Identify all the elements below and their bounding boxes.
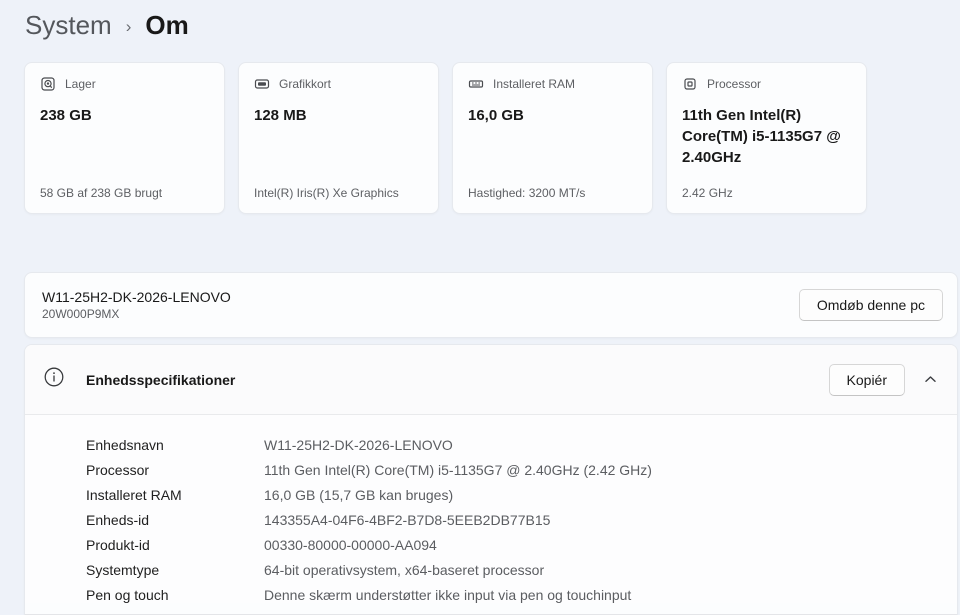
gpu-icon bbox=[254, 76, 270, 92]
spec-label: Processor bbox=[86, 461, 150, 478]
cpu-icon bbox=[682, 76, 698, 92]
spec-row-system-type: Systemtype 64-bit operativsystem, x64-ba… bbox=[25, 557, 957, 582]
chevron-up-icon[interactable] bbox=[920, 369, 941, 390]
card-graphics-value: 128 MB bbox=[254, 107, 307, 124]
info-icon bbox=[43, 366, 65, 393]
spec-value: W11-25H2-DK-2026-LENOVO bbox=[264, 436, 453, 453]
device-specifications-expander: Enhedsspecifikationer Kopiér Enhedsnavn … bbox=[24, 344, 958, 615]
card-ram-label: Installeret RAM bbox=[493, 77, 576, 91]
card-processor-label: Processor bbox=[707, 77, 762, 91]
spec-row-processor: Processor 11th Gen Intel(R) Core(TM) i5-… bbox=[25, 457, 957, 482]
device-specifications-body: Enhedsnavn W11-25H2-DK-2026-LENOVO Proce… bbox=[25, 415, 957, 615]
spec-row-product-id: Produkt-id 00330-80000-00000-AA094 bbox=[25, 532, 957, 557]
card-storage-header: Lager bbox=[40, 76, 209, 92]
card-processor-value: 11th Gen Intel(R) Core(TM) i5-1135G7 @ 2… bbox=[682, 107, 841, 166]
card-ram-value: 16,0 GB bbox=[468, 107, 524, 124]
spec-row-device-name: Enhedsnavn W11-25H2-DK-2026-LENOVO bbox=[25, 432, 957, 457]
card-processor-header: Processor bbox=[682, 76, 851, 92]
card-storage-footnote: 58 GB af 238 GB brugt bbox=[40, 186, 163, 200]
spec-label: Pen og touch bbox=[86, 586, 169, 603]
card-storage-label: Lager bbox=[65, 77, 96, 91]
spec-row-device-id: Enheds-id 143355A4-04F6-4BF2-B7D8-5EEB2D… bbox=[25, 507, 957, 532]
device-name: W11-25H2-DK-2026-LENOVO bbox=[42, 289, 231, 305]
card-storage-value: 238 GB bbox=[40, 107, 92, 124]
card-ram-header: Installeret RAM bbox=[468, 76, 637, 92]
card-graphics-footnote: Intel(R) Iris(R) Xe Graphics bbox=[254, 186, 399, 200]
spec-value: 143355A4-04F6-4BF2-B7D8-5EEB2DB77B15 bbox=[264, 511, 551, 528]
device-name-block: W11-25H2-DK-2026-LENOVO 20W000P9MX bbox=[42, 289, 799, 321]
breadcrumb: System › Om bbox=[25, 10, 189, 41]
spec-value: 16,0 GB (15,7 GB kan bruges) bbox=[264, 486, 454, 503]
ram-icon bbox=[468, 76, 484, 92]
device-model: 20W000P9MX bbox=[42, 307, 120, 321]
spec-row-ram: Installeret RAM 16,0 GB (15,7 GB kan bru… bbox=[25, 482, 957, 507]
spec-label: Installeret RAM bbox=[86, 486, 182, 503]
spec-value: 00330-80000-00000-AA094 bbox=[264, 536, 437, 553]
settings-about-page: System › Om Lager 238 GB 58 GB af 238 GB… bbox=[0, 0, 960, 615]
card-graphics-header: Grafikkort bbox=[254, 76, 423, 92]
spec-value: 64-bit operativsystem, x64-baseret proce… bbox=[264, 561, 545, 578]
spec-label: Systemtype bbox=[86, 561, 160, 578]
spec-label: Enhedsnavn bbox=[86, 436, 164, 453]
spec-value: Denne skærm understøtter ikke input via … bbox=[264, 586, 632, 603]
spec-label: Enheds-id bbox=[86, 511, 150, 528]
device-specifications-header[interactable]: Enhedsspecifikationer Kopiér bbox=[25, 345, 957, 415]
card-ram[interactable]: Installeret RAM 16,0 GB Hastighed: 3200 … bbox=[452, 62, 653, 214]
breadcrumb-system[interactable]: System bbox=[25, 10, 112, 41]
spec-label: Produkt-id bbox=[86, 536, 150, 553]
rename-pc-button[interactable]: Omdøb denne pc bbox=[798, 289, 943, 321]
device-name-panel: W11-25H2-DK-2026-LENOVO 20W000P9MX Omdøb… bbox=[24, 272, 958, 338]
card-storage[interactable]: Lager 238 GB 58 GB af 238 GB brugt bbox=[24, 62, 225, 214]
card-processor[interactable]: Processor 11th Gen Intel(R) Core(TM) i5-… bbox=[666, 62, 867, 214]
page-title: Om bbox=[145, 10, 189, 40]
copy-button[interactable]: Kopiér bbox=[828, 363, 905, 396]
card-ram-footnote: Hastighed: 3200 MT/s bbox=[468, 186, 586, 200]
storage-icon bbox=[40, 76, 56, 92]
card-processor-footnote: 2.42 GHz bbox=[682, 186, 733, 200]
card-graphics-label: Grafikkort bbox=[279, 77, 332, 91]
spec-value: 11th Gen Intel(R) Core(TM) i5-1135G7 @ 2… bbox=[264, 461, 652, 478]
breadcrumb-separator-icon: › bbox=[125, 17, 132, 36]
device-specifications-title: Enhedsspecifikationer bbox=[86, 371, 236, 388]
summary-cards: Lager 238 GB 58 GB af 238 GB brugt Grafi… bbox=[24, 62, 867, 214]
spec-row-pen-touch: Pen og touch Denne skærm understøtter ik… bbox=[25, 582, 957, 607]
card-graphics[interactable]: Grafikkort 128 MB Intel(R) Iris(R) Xe Gr… bbox=[238, 62, 439, 214]
